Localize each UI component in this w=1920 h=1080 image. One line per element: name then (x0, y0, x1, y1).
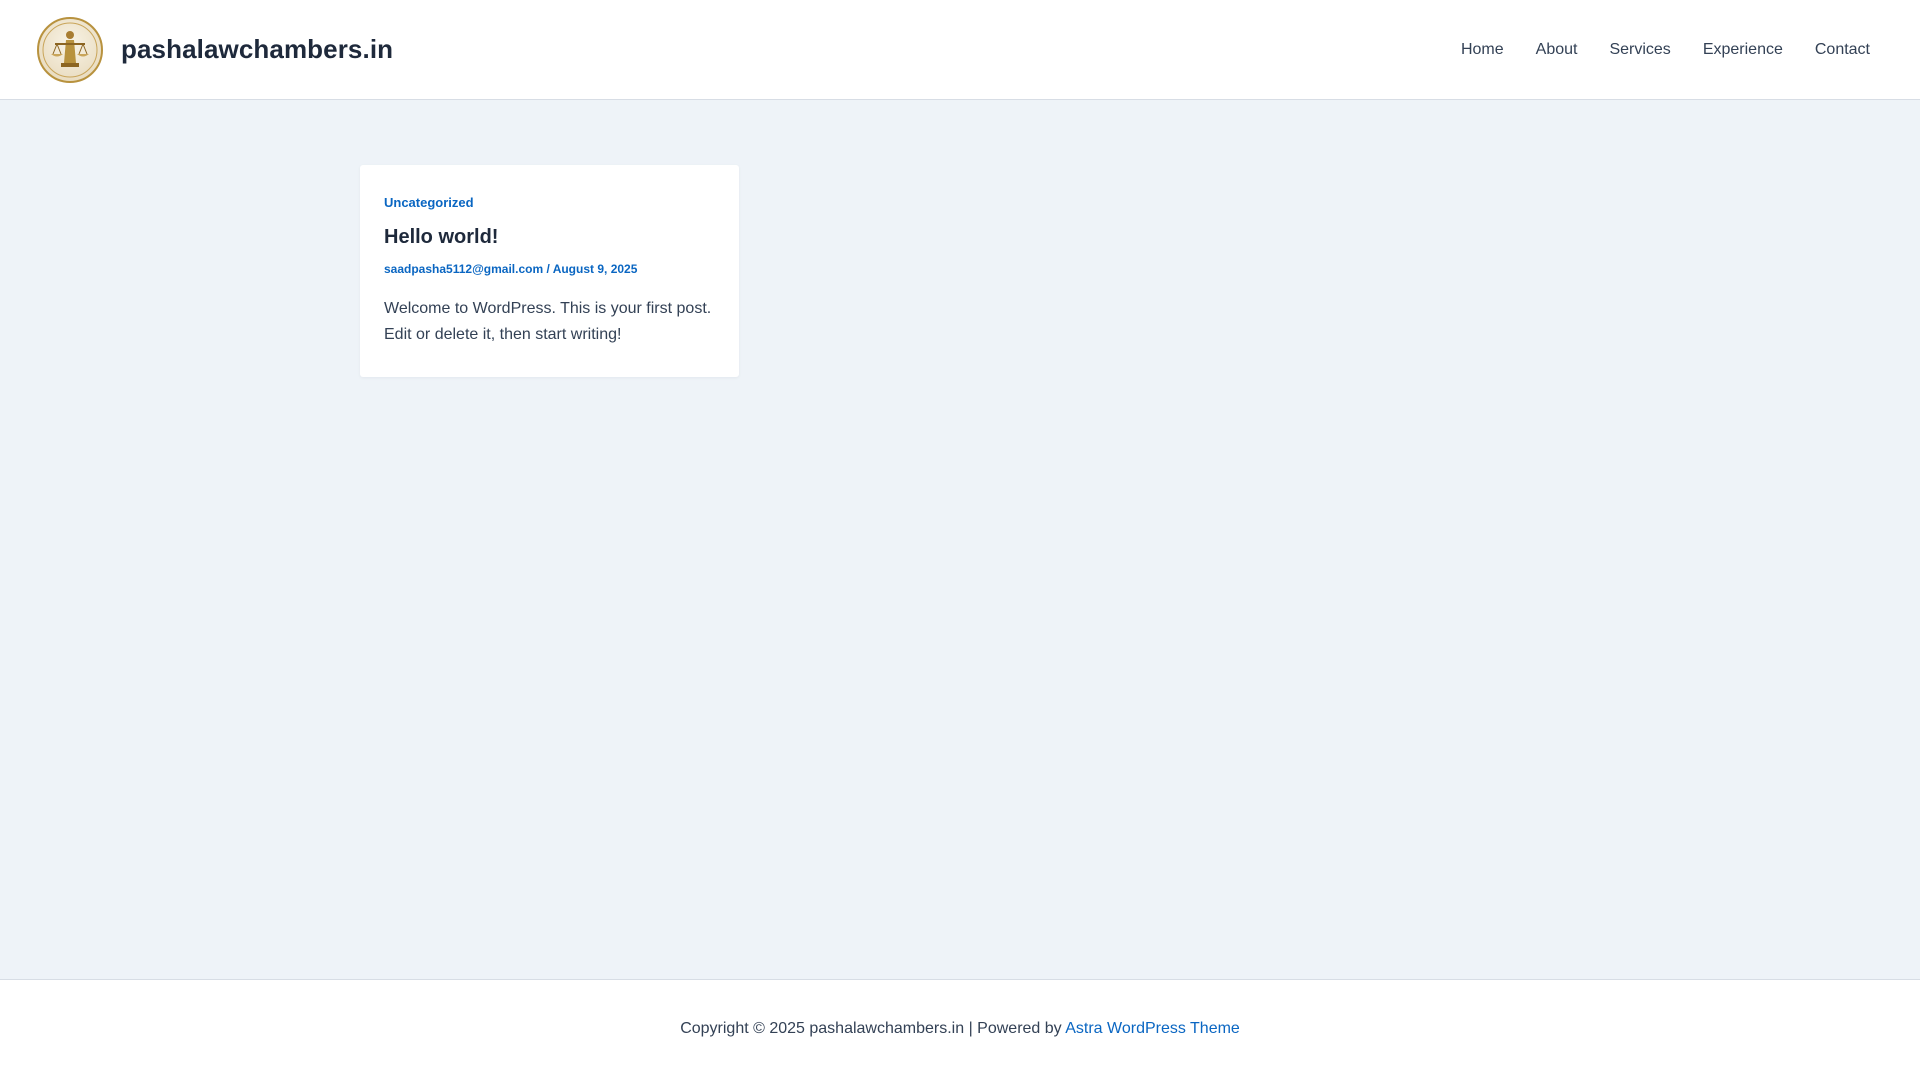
nav-item-services[interactable]: Services (1609, 41, 1670, 59)
post-author-link[interactable]: saadpasha5112@gmail.com (384, 262, 543, 276)
post-excerpt: Welcome to WordPress. This is your first… (384, 300, 712, 343)
site-header: pashalawchambers.in Home About Services … (0, 0, 1920, 100)
post-meta-separator: / (543, 262, 553, 276)
copyright-text: Copyright © 2025 pashalawchambers.in | P… (680, 1020, 1066, 1037)
footer-copyright: Copyright © 2025 pashalawchambers.in | P… (680, 1020, 1240, 1080)
nav-item-about[interactable]: About (1536, 41, 1578, 59)
scales-of-justice-logo-icon[interactable] (37, 16, 103, 83)
post-category-link[interactable]: Uncategorized (384, 195, 474, 210)
post-card: Uncategorized Hello world! saadpasha5112… (360, 165, 739, 377)
nav-item-home[interactable]: Home (1461, 41, 1504, 59)
nav-item-contact[interactable]: Contact (1815, 41, 1870, 59)
post-meta: saadpasha5112@gmail.com / August 9, 2025 (384, 262, 715, 276)
post-title-link[interactable]: Hello world! (384, 226, 715, 249)
site-title[interactable]: pashalawchambers.in (121, 34, 393, 65)
post-date-link[interactable]: August 9, 2025 (553, 262, 638, 276)
primary-navigation: Home About Services Experience Contact (1461, 41, 1870, 59)
site-footer: Copyright © 2025 pashalawchambers.in | P… (0, 979, 1920, 1080)
astra-theme-link[interactable]: Astra WordPress Theme (1065, 1020, 1240, 1037)
nav-item-experience[interactable]: Experience (1703, 41, 1783, 59)
main-content: Uncategorized Hello world! saadpasha5112… (0, 101, 1920, 979)
site-branding: pashalawchambers.in (37, 16, 393, 83)
